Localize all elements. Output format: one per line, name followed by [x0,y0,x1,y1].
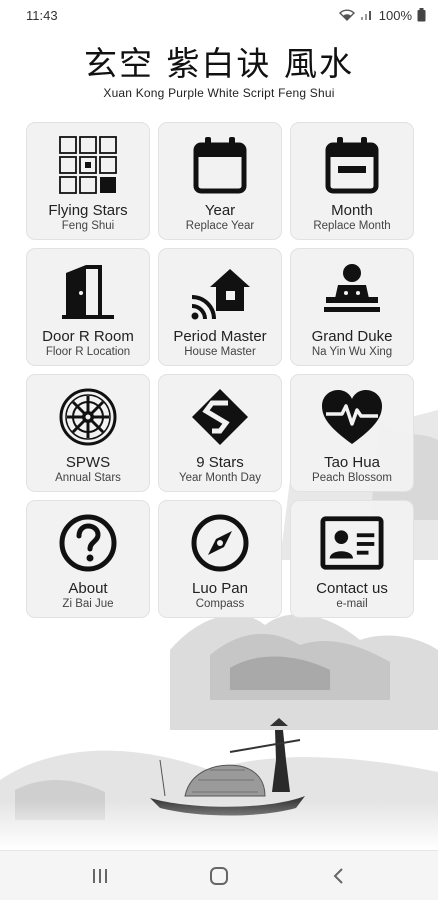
app-header: 玄空 紫白诀 風水 Xuan Kong Purple White Script … [0,44,438,100]
tile-label: Grand Duke [311,328,393,345]
tile-label: Period Master [173,328,267,345]
back-button[interactable] [314,856,362,896]
tile-label: Contact us [316,580,388,597]
app-subtitle: Xuan Kong Purple White Script Feng Shui [103,86,335,100]
status-time: 11:43 [26,7,58,23]
house-signal-icon [188,259,252,323]
tile-sublabel: Peach Blossom [312,472,392,484]
home-button[interactable] [195,856,243,896]
tile-about[interactable]: About Zi Bai Jue [26,500,150,618]
back-icon [333,867,344,884]
tile-month[interactable]: Month Replace Month [290,122,414,240]
tile-spws[interactable]: SPWS Annual Stars [26,374,150,492]
flying-stars-grid-icon [56,133,120,197]
help-circle-icon [56,511,120,575]
tile-contact-us[interactable]: Contact us e-mail [290,500,414,618]
status-bar: 11:43 100% [0,0,438,30]
tile-sublabel: Compass [195,598,245,610]
duke-icon [320,259,384,323]
tile-label: About [68,580,108,597]
tile-sublabel: Annual Stars [55,472,121,484]
signal-icon [360,11,371,20]
tile-sublabel: Replace Year [185,220,255,232]
tile-sublabel: e-mail [336,598,368,610]
tile-tao-hua[interactable]: Tao Hua Peach Blossom [290,374,414,492]
tile-label: Flying Stars [48,202,128,219]
tile-9-stars[interactable]: 9 Stars Year Month Day [158,374,282,492]
door-icon [56,259,120,323]
heart-pulse-icon [320,385,384,449]
tile-sublabel: Na Yin Wu Xing [311,346,393,358]
feature-grid: Flying Stars Feng Shui Year Replace Year [26,122,414,618]
compass-icon [188,511,252,575]
recents-icon [92,868,107,883]
tile-label: SPWS [65,454,111,471]
tile-year[interactable]: Year Replace Year [158,122,282,240]
tile-sublabel: Zi Bai Jue [62,598,114,610]
status-icons: 100% [338,7,426,23]
tile-sublabel: House Master [184,346,256,358]
tile-sublabel: Feng Shui [61,220,115,232]
tile-label: Door R Room [42,328,134,345]
battery-percent: 100% [378,7,412,23]
tile-period-master[interactable]: Period Master House Master [158,248,282,366]
tile-label: Tao Hua [324,454,380,471]
wifi-icon [338,9,355,21]
app-title: 玄空 紫白诀 風水 [84,44,354,83]
tile-door-room[interactable]: Door R Room Floor R Location [26,248,150,366]
tile-sublabel: Year Month Day [178,472,262,484]
calendar-icon [188,133,252,197]
tile-sublabel: Replace Month [313,220,391,232]
calendar-month-icon [320,133,384,197]
system-nav-bar [0,850,438,900]
tile-sublabel: Floor R Location [45,346,131,358]
battery-icon [417,8,426,22]
recents-button[interactable] [76,856,124,896]
tile-label: Luo Pan [192,580,248,597]
s-diamond-icon [188,385,252,449]
tile-flying-stars[interactable]: Flying Stars Feng Shui [26,122,150,240]
tile-label: Year [204,202,236,219]
tile-label: 9 Stars [196,454,244,471]
wheel-icon [56,385,120,449]
tile-label: Month [331,202,373,219]
tile-grand-duke[interactable]: Grand Duke Na Yin Wu Xing [290,248,414,366]
contact-card-icon [320,511,384,575]
home-icon [209,866,228,885]
tile-luo-pan[interactable]: Luo Pan Compass [158,500,282,618]
